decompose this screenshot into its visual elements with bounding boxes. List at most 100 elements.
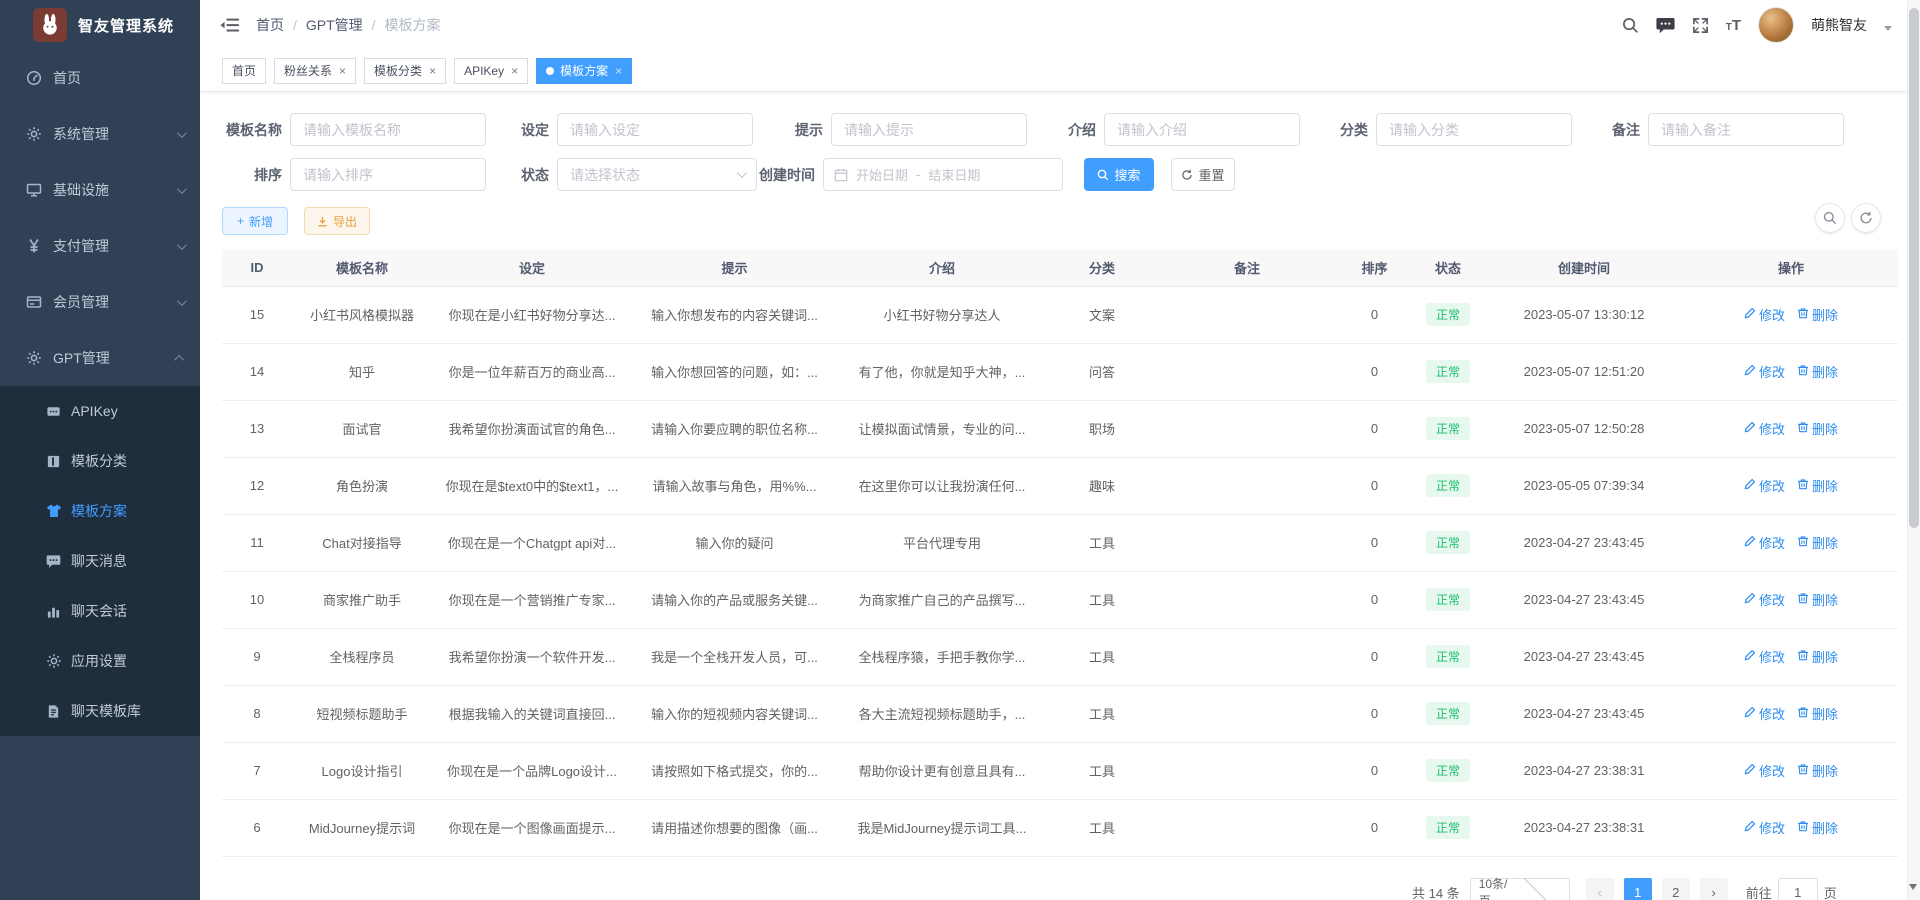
edit-link[interactable]: 修改 bbox=[1744, 305, 1785, 324]
cell-actions: 修改删除 bbox=[1684, 286, 1898, 343]
delete-link[interactable]: 删除 bbox=[1797, 533, 1838, 552]
cell-text: 你现在是小红书好物分享达... bbox=[449, 308, 616, 323]
sidebar-submenu-item[interactable]: 应用设置 bbox=[0, 636, 200, 686]
fullscreen-icon[interactable] bbox=[1692, 17, 1709, 34]
sidebar-submenu: APIKey模板分类模板方案聊天消息聊天会话应用设置聊天模板库 bbox=[0, 386, 200, 736]
cell-text: 7 bbox=[253, 763, 260, 778]
close-icon[interactable]: × bbox=[511, 65, 518, 77]
edit-link[interactable]: 修改 bbox=[1744, 419, 1785, 438]
edit-link[interactable]: 修改 bbox=[1744, 761, 1785, 780]
delete-link-label: 删除 bbox=[1812, 647, 1838, 666]
delete-link[interactable]: 删除 bbox=[1797, 647, 1838, 666]
user-avatar[interactable] bbox=[1758, 7, 1794, 43]
delete-link[interactable]: 删除 bbox=[1797, 761, 1838, 780]
cell-remark bbox=[1157, 514, 1337, 571]
scrollbar-track[interactable] bbox=[1907, 0, 1920, 900]
cell-name: 商家推广助手 bbox=[292, 571, 432, 628]
reset-button[interactable]: 重置 bbox=[1171, 158, 1235, 191]
page-button[interactable]: 2 bbox=[1662, 878, 1690, 900]
delete-link[interactable]: 删除 bbox=[1797, 476, 1838, 495]
gear-icon bbox=[45, 653, 62, 670]
filter-label: 介绍 bbox=[1028, 120, 1096, 140]
delete-link[interactable]: 删除 bbox=[1797, 419, 1838, 438]
edit-link[interactable]: 修改 bbox=[1744, 704, 1785, 723]
message-icon[interactable] bbox=[1656, 17, 1675, 34]
delete-link[interactable]: 删除 bbox=[1797, 704, 1838, 723]
user-menu-caret-icon[interactable] bbox=[1884, 26, 1892, 31]
cell-text: 我希望你扮演一个软件开发... bbox=[449, 650, 616, 665]
delete-link[interactable]: 删除 bbox=[1797, 590, 1838, 609]
page-size-select[interactable]: 10条/页 bbox=[1470, 878, 1570, 900]
sidebar: 智友管理系统 首页系统管理基础设施支付管理会员管理GPT管理APIKey模板分类… bbox=[0, 0, 200, 900]
next-page-button[interactable]: › bbox=[1700, 878, 1728, 900]
search-button[interactable]: 搜索 bbox=[1084, 158, 1154, 191]
sidebar-menu-item[interactable]: 首页 bbox=[0, 50, 200, 106]
delete-link[interactable]: 删除 bbox=[1797, 818, 1838, 837]
toggle-search-icon[interactable] bbox=[1815, 203, 1845, 233]
edit-link[interactable]: 修改 bbox=[1744, 476, 1785, 495]
sidebar-submenu-item[interactable]: 聊天会话 bbox=[0, 586, 200, 636]
edit-link[interactable]: 修改 bbox=[1744, 818, 1785, 837]
sidebar-submenu-item[interactable]: 聊天消息 bbox=[0, 536, 200, 586]
sidebar-submenu-item[interactable]: 模板分类 bbox=[0, 436, 200, 486]
sort-input[interactable] bbox=[290, 158, 486, 191]
filter-input[interactable] bbox=[290, 113, 486, 146]
tab-active[interactable]: 模板方案× bbox=[536, 58, 632, 84]
date-range-picker[interactable]: 开始日期 - 结束日期 bbox=[823, 158, 1063, 191]
user-name[interactable]: 萌熊智友 bbox=[1811, 15, 1867, 35]
status-select[interactable]: 请选择状态 bbox=[557, 158, 757, 191]
cell-text: 0 bbox=[1371, 649, 1378, 664]
tab-item[interactable]: 粉丝关系× bbox=[274, 58, 356, 84]
breadcrumb-item[interactable]: GPT管理 bbox=[306, 15, 363, 35]
filter-input[interactable] bbox=[831, 113, 1027, 146]
breadcrumb-item[interactable]: 首页 bbox=[256, 15, 284, 35]
trash-icon bbox=[1797, 421, 1809, 436]
close-icon[interactable]: × bbox=[429, 65, 436, 77]
sidebar-menu-item[interactable]: GPT管理 bbox=[0, 330, 200, 386]
add-button[interactable]: + 新增 bbox=[222, 207, 288, 235]
cell-category: 工具 bbox=[1047, 685, 1157, 742]
filter-input[interactable] bbox=[1376, 113, 1572, 146]
cell-text: 2023-04-27 23:43:45 bbox=[1524, 706, 1645, 721]
pagination-total: 共 14 条 bbox=[1412, 883, 1460, 900]
topbar: 首页/GPT管理/模板方案 TT 萌熊智友 bbox=[200, 0, 1920, 50]
scrollbar-thumb[interactable] bbox=[1909, 8, 1919, 528]
prev-page-button[interactable]: ‹ bbox=[1586, 878, 1614, 900]
sidebar-menu-item[interactable]: 会员管理 bbox=[0, 274, 200, 330]
table-row: 9全栈程序员我希望你扮演一个软件开发...我是一个全栈开发人员，可...全栈程序… bbox=[222, 628, 1898, 685]
app-title: 智友管理系统 bbox=[78, 15, 174, 36]
refresh-table-icon[interactable] bbox=[1851, 203, 1881, 233]
tab-item[interactable]: APIKey× bbox=[454, 58, 528, 84]
edit-link[interactable]: 修改 bbox=[1744, 590, 1785, 609]
tab-item[interactable]: 首页 bbox=[222, 58, 266, 84]
delete-link[interactable]: 删除 bbox=[1797, 305, 1838, 324]
cell-text: 短视频标题助手 bbox=[316, 707, 407, 722]
sidebar-submenu-item[interactable]: 模板方案 bbox=[0, 486, 200, 536]
filter-input[interactable] bbox=[1104, 113, 1300, 146]
sidebar-menu-item[interactable]: 支付管理 bbox=[0, 218, 200, 274]
search-icon[interactable] bbox=[1622, 17, 1639, 34]
cell-actions: 修改删除 bbox=[1684, 685, 1898, 742]
sidebar-submenu-item[interactable]: APIKey bbox=[0, 386, 200, 436]
scroll-down-arrow-icon[interactable] bbox=[1909, 884, 1917, 890]
font-size-icon[interactable]: TT bbox=[1726, 17, 1741, 34]
export-button[interactable]: 导出 bbox=[304, 207, 370, 235]
filter-input[interactable] bbox=[1648, 113, 1844, 146]
hamburger-collapse-icon[interactable] bbox=[220, 15, 240, 35]
filter-input[interactable] bbox=[557, 113, 753, 146]
sidebar-menu-item[interactable]: 系统管理 bbox=[0, 106, 200, 162]
delete-link[interactable]: 删除 bbox=[1797, 362, 1838, 381]
page-button[interactable]: 1 bbox=[1624, 878, 1652, 900]
edit-link[interactable]: 修改 bbox=[1744, 647, 1785, 666]
cell-text: 请输入故事与角色，用%%... bbox=[653, 479, 817, 494]
sidebar-menu-item[interactable]: 基础设施 bbox=[0, 162, 200, 218]
edit-link[interactable]: 修改 bbox=[1744, 533, 1785, 552]
cell-text: 工具 bbox=[1089, 593, 1115, 608]
cell-setting: 你是一位年薪百万的商业高... bbox=[432, 343, 632, 400]
goto-page-input[interactable] bbox=[1778, 878, 1818, 900]
tab-item[interactable]: 模板分类× bbox=[364, 58, 446, 84]
close-icon[interactable]: × bbox=[615, 65, 622, 77]
edit-link[interactable]: 修改 bbox=[1744, 362, 1785, 381]
sidebar-submenu-item[interactable]: 聊天模板库 bbox=[0, 686, 200, 736]
close-icon[interactable]: × bbox=[339, 65, 346, 77]
